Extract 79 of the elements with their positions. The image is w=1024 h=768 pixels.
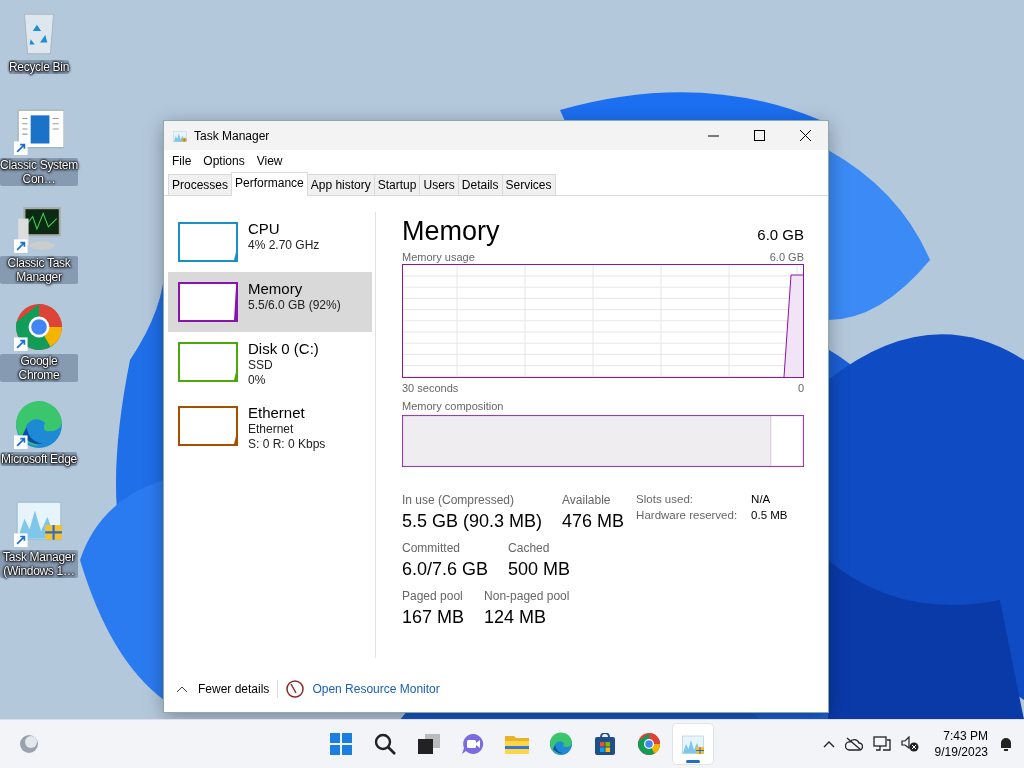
stat-label: In use (Compressed) — [402, 493, 516, 507]
item-detail: 0% — [248, 373, 267, 388]
performance-item[interactable]: Disk 0 (C:) SSD 0% — [168, 332, 372, 396]
item-name: CPU — [248, 220, 281, 238]
resource-monitor-link[interactable]: Open Resource Monitor — [312, 682, 440, 696]
axis-label: 30 seconds — [402, 382, 459, 394]
stat-label: Committed — [402, 541, 461, 555]
cloud-off-icon[interactable] — [844, 737, 863, 752]
graph-label: Memory composition — [402, 400, 504, 412]
desktop-icon-label: Task Manager (Windows 1… — [0, 550, 78, 578]
app-icon — [172, 129, 188, 142]
edge-icon[interactable] — [549, 732, 573, 757]
stat-label: Paged pool — [402, 589, 464, 603]
search-icon[interactable] — [374, 733, 396, 756]
windows-logo-icon[interactable] — [330, 733, 352, 756]
item-name: Ethernet — [248, 404, 306, 422]
maximize-icon — [753, 130, 765, 141]
performance-item[interactable]: CPU 4% 2.70 GHz — [168, 212, 372, 272]
tab[interactable]: Users — [419, 174, 459, 195]
axis-label: 0 — [797, 382, 804, 394]
clock-date[interactable]: 9/19/2023 — [934, 744, 988, 761]
stat-label: Non-paged pool — [484, 589, 570, 603]
menu-item[interactable]: File — [166, 154, 198, 168]
item-name: Memory — [248, 280, 304, 298]
folder-icon[interactable] — [505, 734, 529, 755]
chrome-icon[interactable] — [637, 732, 661, 757]
tab[interactable]: Performance — [231, 172, 308, 196]
graph-max: 6.0 GB — [769, 251, 804, 263]
item-detail: SSD — [248, 358, 274, 373]
item-detail: Ethernet — [248, 422, 295, 437]
chat-icon[interactable] — [461, 733, 485, 756]
stat-value: 5.5 GB (90.3 MB) — [402, 511, 543, 532]
fewer-details-button[interactable]: Fewer details — [176, 682, 270, 696]
window-title: Task Manager — [194, 128, 270, 143]
stat-label: Cached — [508, 541, 551, 555]
detail-label: Slots used: — [636, 493, 694, 505]
close-icon — [799, 130, 811, 141]
section-title: Memory — [402, 216, 500, 247]
shortcut-icon[interactable] — [14, 400, 64, 450]
network-icon[interactable] — [872, 736, 891, 753]
task-view-icon[interactable] — [418, 734, 440, 755]
graph-label: Memory usage — [402, 251, 475, 263]
menu-item[interactable]: Options — [197, 154, 251, 168]
detail-value: N/A — [751, 493, 772, 505]
item-detail: S: 0 R: 0 Kbps — [248, 437, 326, 452]
free-memory-segment — [770, 415, 804, 467]
tab[interactable]: App history — [306, 174, 375, 195]
desktop-icon-label: Classic Task Manager — [0, 256, 78, 284]
clock-time[interactable]: 7:43 PM — [943, 728, 988, 745]
resource-monitor-icon — [286, 680, 305, 698]
store-icon[interactable] — [594, 733, 616, 756]
performance-item[interactable]: Ethernet Ethernet S: 0 R: 0 Kbps — [168, 396, 372, 460]
stat-value: 124 MB — [484, 607, 548, 628]
item-detail: 4% 2.70 GHz — [248, 238, 320, 253]
stat-value: 167 MB — [402, 607, 465, 628]
tab[interactable]: Services — [501, 174, 556, 195]
tab[interactable]: Details — [457, 174, 503, 195]
item-detail: 5.5/6.0 GB (92%) — [248, 298, 341, 313]
volume-muted-icon[interactable] — [900, 736, 919, 753]
detail-value: 0.5 MB — [751, 509, 788, 521]
shortcut-icon[interactable] — [14, 204, 64, 254]
tab[interactable]: Startup — [373, 174, 421, 195]
stat-label: Available — [562, 493, 612, 507]
tab[interactable]: Processes — [168, 174, 233, 195]
desktop-icon-label: Google Chrome — [0, 354, 78, 382]
caret-up-icon — [176, 685, 188, 693]
stat-value: 476 MB — [562, 511, 625, 532]
task-manager-icon[interactable] — [681, 734, 705, 755]
performance-item[interactable]: Memory 5.5/6.0 GB (92%) — [168, 272, 372, 332]
item-name: Disk 0 (C:) — [248, 340, 319, 358]
detail-label: Hardware reserved: — [636, 509, 738, 521]
desktop-icon-label: Classic System Con… — [0, 158, 78, 186]
stat-value: 6.0/7.6 GB — [402, 559, 489, 580]
notification-icon[interactable] — [998, 736, 1014, 753]
caret-up-icon[interactable] — [822, 740, 835, 749]
menu-item[interactable]: View — [250, 154, 289, 168]
stat-value: 500 MB — [508, 559, 571, 580]
total-memory: 6.0 GB — [757, 226, 804, 243]
minimize-icon — [707, 134, 719, 137]
